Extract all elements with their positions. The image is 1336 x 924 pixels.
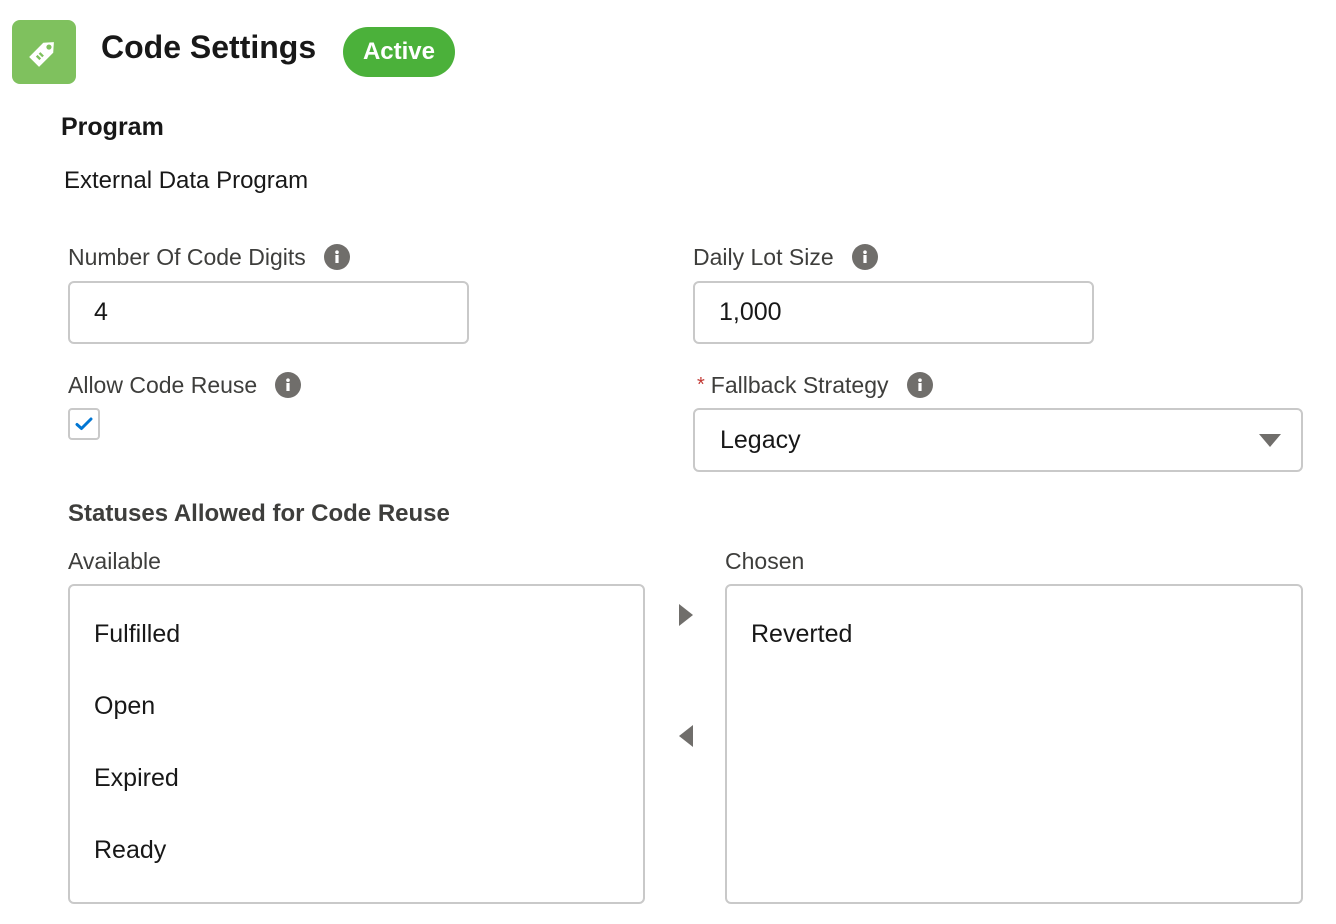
fallback-strategy-select[interactable]: Legacy	[693, 408, 1303, 472]
info-icon[interactable]	[851, 244, 878, 270]
program-value: External Data Program	[64, 167, 309, 194]
allow-code-reuse-label-text: Allow Code Reuse	[68, 372, 258, 398]
list-item[interactable]: Ready	[70, 830, 643, 902]
chosen-label: Chosen	[725, 548, 805, 574]
allow-code-reuse-checkbox[interactable]	[68, 408, 100, 440]
code-digits-label-text: Number Of Code Digits	[68, 244, 306, 270]
list-item[interactable]: Expired	[70, 758, 643, 830]
code-settings-page: Code Settings Active Program External Da…	[0, 0, 1336, 924]
fallback-strategy-value: Legacy	[720, 425, 801, 454]
info-icon[interactable]	[323, 244, 350, 270]
chevron-down-icon	[1259, 434, 1281, 447]
checkmark-icon	[75, 417, 93, 430]
arrow-right-icon	[679, 604, 693, 626]
list-item[interactable]: Open	[70, 686, 643, 758]
allow-code-reuse-label: Allow Code Reuse	[68, 371, 302, 399]
available-label: Available	[68, 548, 161, 574]
chosen-listbox[interactable]: Reverted	[725, 584, 1303, 904]
daily-lot-size-label: Daily Lot Size	[693, 243, 878, 271]
available-listbox[interactable]: Fulfilled Open Expired Ready	[68, 584, 645, 904]
statuses-heading: Statuses Allowed for Code Reuse	[68, 500, 450, 527]
status-badge: Active	[343, 27, 455, 77]
program-label: Program	[61, 113, 164, 141]
info-icon[interactable]	[275, 372, 302, 398]
fallback-strategy-label: * Fallback Strategy	[697, 371, 933, 399]
code-digits-label: Number Of Code Digits	[68, 243, 350, 271]
fallback-strategy-label-text: Fallback Strategy	[710, 372, 889, 398]
code-digits-input[interactable]: 4	[68, 281, 469, 344]
daily-lot-size-input[interactable]: 1,000	[693, 281, 1094, 344]
move-to-available-button[interactable]	[673, 721, 699, 751]
tag-icon	[12, 20, 76, 84]
info-icon[interactable]	[906, 372, 933, 398]
required-marker: *	[697, 374, 705, 396]
list-item[interactable]: Fulfilled	[70, 614, 643, 686]
arrow-left-icon	[679, 725, 693, 747]
daily-lot-size-label-text: Daily Lot Size	[693, 244, 834, 270]
move-to-chosen-button[interactable]	[673, 600, 699, 630]
list-item[interactable]: Reverted	[727, 614, 1301, 686]
page-title: Code Settings	[101, 29, 317, 65]
